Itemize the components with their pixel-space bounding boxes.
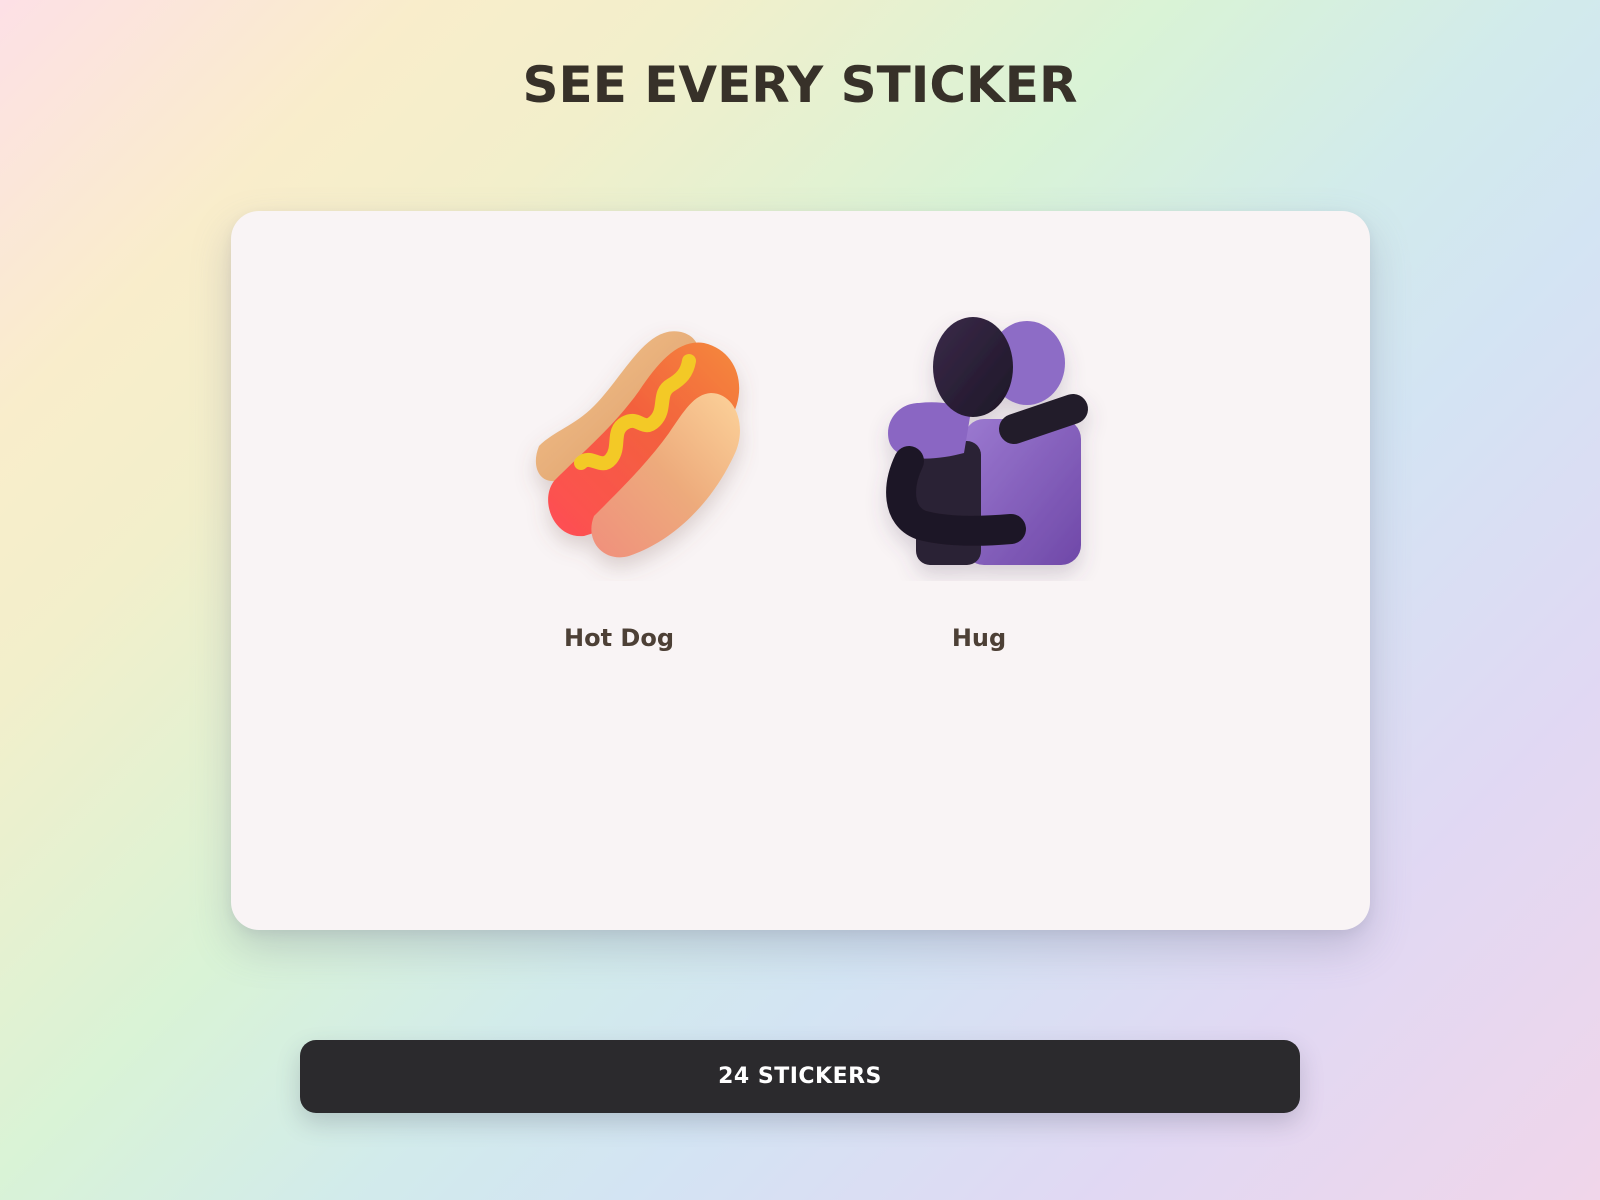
people-hugging-icon [886, 317, 1088, 565]
sticker-label: Hug [951, 624, 1007, 652]
page-title: SEE EVERY STICKER [522, 56, 1078, 114]
sticker-label: Hot Dog [564, 624, 674, 652]
sticker-tile-hot-dog[interactable]: Hot Dog [469, 311, 769, 691]
sticker-count-label: 24 STICKERS [718, 1064, 882, 1089]
hot-dog-icon [535, 331, 740, 558]
sticker-count-button[interactable]: 24 STICKERS [300, 1040, 1300, 1113]
sticker-tile-hug[interactable]: Hug [829, 311, 1129, 691]
sticker-grid: Hot Dog Hug [231, 211, 1370, 930]
sticker-card: Hot Dog Hug [231, 211, 1370, 930]
